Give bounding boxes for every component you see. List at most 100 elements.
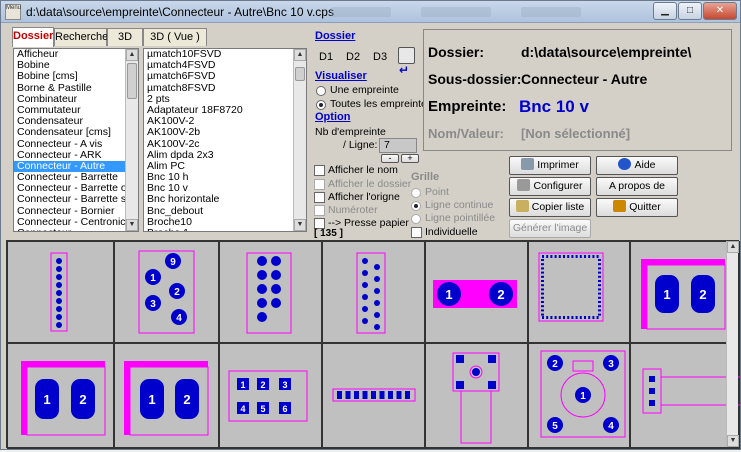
pad xyxy=(541,296,544,299)
list-item[interactable]: Bnc 10 v xyxy=(144,183,306,194)
list-item[interactable]: Adaptateur 18F8720 xyxy=(144,105,306,116)
decrement-button[interactable]: - xyxy=(381,154,399,163)
list-item[interactable]: Connecteur - ARK xyxy=(14,150,138,161)
pad xyxy=(257,284,267,294)
pad xyxy=(563,255,565,258)
checkbox-numeroter[interactable] xyxy=(314,205,325,216)
checkbox-afficher-dossier[interactable] xyxy=(314,179,325,190)
list-item[interactable]: Connecteur - Barrette xyxy=(14,172,138,183)
folder-select-button[interactable] xyxy=(398,47,415,64)
list-item[interactable]: Bnc_debout xyxy=(144,206,306,217)
pad-label: 2 xyxy=(183,392,190,407)
list-item[interactable]: Bnc 10 h xyxy=(144,172,306,183)
pad xyxy=(567,255,570,258)
pad xyxy=(362,270,368,276)
pad xyxy=(374,288,380,294)
list-item[interactable]: Bobine xyxy=(14,60,138,71)
footprint-preview-grid[interactable]: 9 1 2 3 4 1 2 1 2 1 2 1 2 1 2 3 4 5 6 2 3 1 5 4 ▲ ▼ xyxy=(6,240,741,449)
tab-recherche[interactable]: Recherche xyxy=(54,28,108,46)
footprint-scrollbar[interactable]: ▲ ▼ xyxy=(293,49,306,231)
list-item[interactable]: Broche 1... xyxy=(144,228,306,231)
list-item[interactable]: Bobine [cms] xyxy=(14,71,138,82)
list-item[interactable]: Condensateur [cms] xyxy=(14,127,138,138)
checkbox-afficher-nom[interactable] xyxy=(314,165,325,176)
list-item[interactable]: Bnc horizontale xyxy=(144,194,306,205)
list-item[interactable]: AK100V-2c xyxy=(144,139,306,150)
pad xyxy=(56,298,62,304)
category-list[interactable]: Afficheur Bobine Bobine [cms] Borne & Pasti… xyxy=(13,48,139,232)
afficher-dossier-label: Afficher le dossier xyxy=(328,178,412,190)
tab-3d-vue[interactable]: 3D ( Vue ) xyxy=(143,28,207,46)
list-item[interactable]: Combinateur xyxy=(14,94,138,105)
quitter-button[interactable]: Quitter xyxy=(596,198,678,217)
radio-ligne-continue[interactable] xyxy=(411,201,421,211)
enter-arrow-icon: ↵ xyxy=(399,63,410,77)
list-item[interactable]: Borne & Pastille xyxy=(14,83,138,94)
pad xyxy=(362,391,368,399)
radio-ligne-pointillee[interactable] xyxy=(411,214,421,224)
radio-toutes-empreintes[interactable] xyxy=(316,100,326,110)
imprimer-button[interactable]: Imprimer xyxy=(509,156,591,175)
list-item[interactable]: Connecteur - A vis xyxy=(14,139,138,150)
pad xyxy=(598,259,601,261)
pad-label: 2 xyxy=(552,359,558,370)
outline xyxy=(572,360,594,372)
copier-liste-button[interactable]: Copier liste xyxy=(509,198,591,217)
list-item[interactable]: µmatch10FSVD xyxy=(144,49,306,60)
footprint-list[interactable]: µmatch10FSVD µmatch4FSVD µmatch6FSVD µmatch… xyxy=(143,48,307,232)
pad xyxy=(598,313,601,316)
pad-label: 1 xyxy=(445,287,452,302)
preview-scrollbar[interactable]: ▲ ▼ xyxy=(726,241,739,447)
list-item[interactable]: Connecteur - Autre xyxy=(14,160,138,173)
category-scrollbar[interactable]: ▲ ▼ xyxy=(125,49,138,231)
list-item[interactable]: 2 pts xyxy=(144,94,306,105)
list-item[interactable]: Connecteur - Barrette supp xyxy=(14,194,138,205)
pad xyxy=(374,312,380,318)
list-item[interactable]: Alim PC xyxy=(144,161,306,172)
configurer-button[interactable]: Configurer xyxy=(509,177,591,196)
list-item[interactable]: Connecteur - ... xyxy=(14,228,138,231)
apropos-button[interactable]: A propos de xyxy=(596,177,678,196)
list-item[interactable]: Condensateur xyxy=(14,116,138,127)
point-label: Point xyxy=(425,186,449,198)
list-item[interactable]: µmatch8FSVD xyxy=(144,83,306,94)
pad xyxy=(396,391,402,399)
d2-button[interactable]: D2 xyxy=(346,51,360,63)
pad xyxy=(550,255,553,258)
list-item[interactable]: Connecteur - Bornier xyxy=(14,206,138,217)
outline xyxy=(460,390,492,444)
checkbox-afficher-origine[interactable] xyxy=(314,192,325,203)
list-item[interactable]: Broche10 xyxy=(144,217,306,228)
list-item[interactable]: Connecteur - Centronics xyxy=(14,217,138,228)
nb-par-ligne-input[interactable]: 7 xyxy=(379,138,417,153)
list-item[interactable]: Connecteur - Barrette octo xyxy=(14,183,138,194)
d1-button[interactable]: D1 xyxy=(319,51,333,63)
aide-button[interactable]: Aide xyxy=(596,156,678,175)
minimize-button[interactable]: ▁ xyxy=(653,2,677,20)
radio-point[interactable] xyxy=(411,188,421,198)
list-item[interactable]: AK100V-2b xyxy=(144,127,306,138)
title-bar: Menu d:\data\source\empreinte\Connecteur… xyxy=(1,1,740,23)
tab-dossier[interactable]: Dossier xyxy=(12,27,54,47)
pad xyxy=(405,391,410,399)
afficher-nom-label: Afficher le nom xyxy=(328,164,398,176)
radio-une-empreinte[interactable] xyxy=(316,86,326,96)
app-menu-icon[interactable]: Menu xyxy=(5,4,21,20)
list-item[interactable]: AK100V-2 xyxy=(144,116,306,127)
list-item[interactable]: Alim dpda 2x3 xyxy=(144,150,306,161)
pad-label: 1 xyxy=(148,392,155,407)
tab-3d[interactable]: 3D xyxy=(107,28,143,46)
checkbox-individuelle[interactable] xyxy=(411,227,422,238)
pad-label: 1 xyxy=(150,273,156,284)
pad xyxy=(598,280,601,282)
list-item[interactable]: Afficheur xyxy=(14,49,138,60)
increment-button[interactable]: + xyxy=(401,154,419,163)
list-item[interactable]: µmatch4FSVD xyxy=(144,60,306,71)
list-item[interactable]: µmatch6FSVD xyxy=(144,71,306,82)
sous-dossier-label: Sous-dossier: xyxy=(428,71,522,87)
pad xyxy=(592,316,595,319)
list-item[interactable]: Commutateur xyxy=(14,105,138,116)
maximize-button[interactable]: □ xyxy=(678,2,702,20)
d3-button[interactable]: D3 xyxy=(373,51,387,63)
close-button[interactable]: ✕ xyxy=(703,2,737,20)
